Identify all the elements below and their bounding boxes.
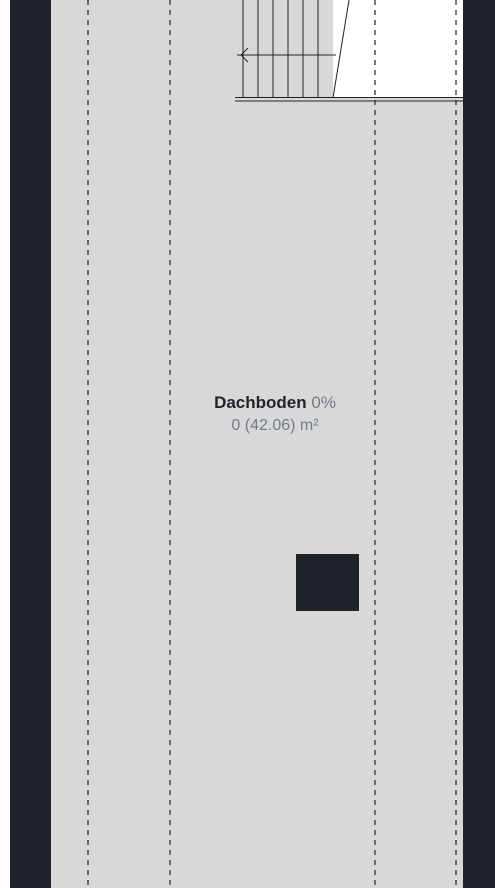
chimney bbox=[296, 554, 359, 611]
stair-landing-edge bbox=[235, 97, 463, 102]
room-label[interactable]: Dachboden 0% 0 (42.06) m² bbox=[100, 392, 450, 437]
room-area: 0 (42.06) m² bbox=[231, 416, 319, 434]
plan-overlay bbox=[87, 0, 463, 888]
room-percent: 0% bbox=[311, 393, 336, 412]
stairs-icon bbox=[237, 0, 350, 99]
room-name: Dachboden bbox=[214, 393, 307, 412]
floor-plan-canvas[interactable]: Dachboden 0% 0 (42.06) m² bbox=[0, 0, 495, 888]
